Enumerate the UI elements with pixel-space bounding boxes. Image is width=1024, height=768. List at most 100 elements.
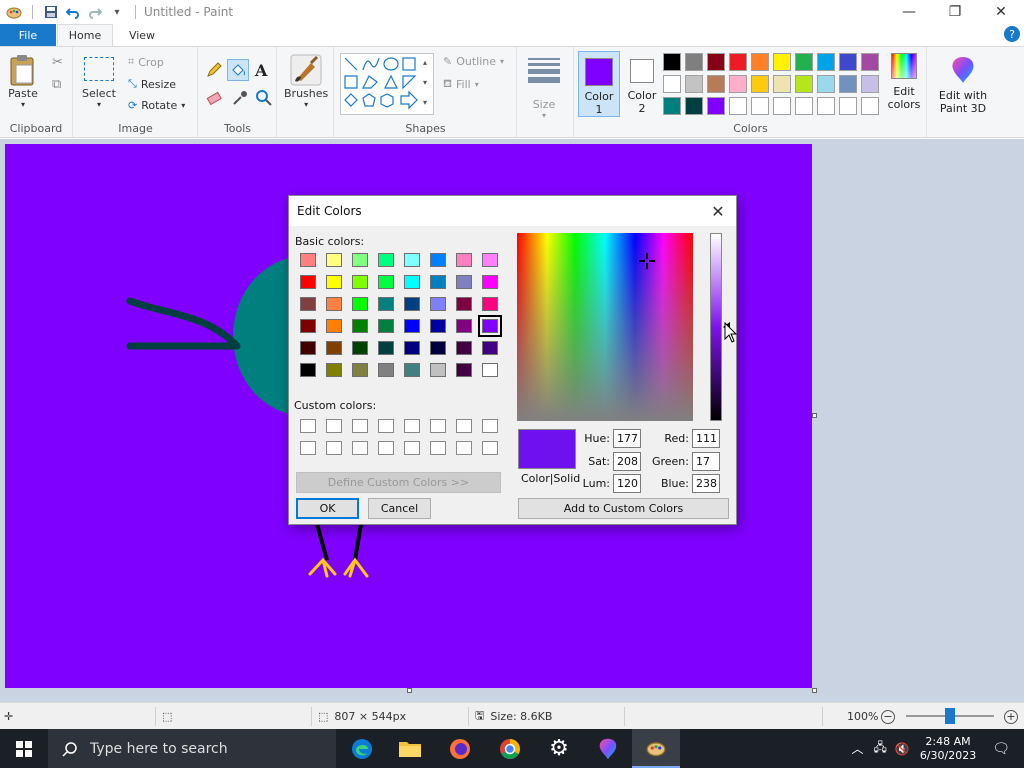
basic-color-swatch[interactable] (482, 363, 498, 377)
notifications-icon[interactable]: 🗨 (992, 741, 1010, 757)
red-field[interactable]: 111 (692, 429, 720, 448)
custom-color-swatch[interactable] (404, 441, 420, 455)
shapes-gallery[interactable] (340, 53, 434, 115)
palette-swatch[interactable] (773, 53, 791, 71)
show-hidden-icons-icon[interactable]: ︿ (851, 740, 863, 757)
basic-color-swatch[interactable] (430, 297, 446, 311)
custom-color-swatch[interactable] (326, 441, 342, 455)
tab-view[interactable]: View (114, 24, 170, 46)
paint-app-icon[interactable] (6, 4, 22, 20)
settings-taskbar-icon[interactable]: ⚙ (535, 729, 583, 768)
start-button[interactable] (0, 729, 48, 768)
palette-swatch[interactable] (817, 53, 835, 71)
palette-swatch[interactable] (795, 75, 813, 93)
brushes-button[interactable]: Brushes ▾ (284, 53, 328, 109)
basic-color-swatch[interactable] (352, 363, 368, 377)
maximize-button[interactable]: ❐ (932, 0, 978, 24)
custom-color-swatch[interactable] (404, 419, 420, 433)
custom-color-swatch[interactable] (300, 441, 316, 455)
basic-color-swatch[interactable] (300, 253, 316, 267)
lum-field[interactable]: 120 (613, 474, 641, 493)
palette-swatch[interactable] (861, 97, 879, 115)
clock[interactable]: 2:48 AM 6/30/2023 (920, 735, 976, 763)
color-spectrum[interactable] (517, 233, 693, 421)
basic-color-swatch[interactable] (456, 253, 472, 267)
resize-handle-bottom[interactable] (407, 688, 412, 693)
edge-taskbar-icon[interactable] (338, 729, 386, 768)
zoom-in-button[interactable]: + (1004, 703, 1018, 730)
basic-color-swatch[interactable] (352, 319, 368, 333)
tab-home[interactable]: Home (57, 24, 113, 46)
basic-color-swatch[interactable] (378, 275, 394, 289)
customize-quick-access-icon[interactable]: ▾ (109, 4, 125, 20)
palette-swatch[interactable] (685, 75, 703, 93)
palette-swatch[interactable] (663, 97, 681, 115)
custom-color-swatch[interactable] (352, 441, 368, 455)
basic-color-swatch[interactable] (482, 253, 498, 267)
color1-button[interactable]: Color 1 (578, 51, 620, 117)
custom-color-swatch[interactable] (326, 419, 342, 433)
eraser-icon[interactable] (205, 89, 223, 107)
basic-color-swatch[interactable] (378, 363, 394, 377)
custom-color-swatch[interactable] (378, 419, 394, 433)
paint3d-taskbar-icon[interactable] (584, 729, 632, 768)
custom-color-swatch[interactable] (430, 419, 446, 433)
palette-swatch[interactable] (751, 53, 769, 71)
palette-swatch[interactable] (817, 97, 835, 115)
basic-color-swatch[interactable] (404, 319, 420, 333)
help-icon[interactable]: ? (1004, 26, 1020, 42)
ok-button[interactable]: OK (296, 498, 359, 519)
resize-button[interactable]: ⤡ Resize (128, 77, 176, 91)
basic-color-swatch[interactable] (326, 275, 342, 289)
basic-color-swatch[interactable] (326, 363, 342, 377)
color2-button[interactable]: Color 2 (622, 51, 662, 117)
crop-button[interactable]: ⌗ Crop (128, 55, 164, 69)
custom-color-swatch[interactable] (482, 419, 498, 433)
custom-color-swatch[interactable] (430, 441, 446, 455)
paste-button[interactable]: Paste ▾ (8, 53, 38, 109)
outline-button[interactable]: ✎ Outline ▾ (443, 55, 504, 68)
hue-field[interactable]: 177 (613, 429, 641, 448)
file-explorer-taskbar-icon[interactable] (386, 729, 434, 768)
rotate-button[interactable]: ⟳ Rotate ▾ (128, 99, 185, 112)
basic-color-swatch[interactable] (478, 315, 502, 337)
copy-icon[interactable]: ⧉ (52, 77, 61, 92)
palette-swatch[interactable] (861, 53, 879, 71)
basic-color-swatch[interactable] (378, 253, 394, 267)
palette-swatch[interactable] (795, 53, 813, 71)
custom-color-swatch[interactable] (482, 441, 498, 455)
cancel-button[interactable]: Cancel (368, 498, 431, 519)
palette-swatch[interactable] (751, 75, 769, 93)
text-icon[interactable]: A (255, 61, 267, 80)
palette-swatch[interactable] (729, 97, 747, 115)
palette-swatch[interactable] (773, 75, 791, 93)
redo-icon[interactable] (87, 4, 103, 20)
basic-color-swatch[interactable] (326, 341, 342, 355)
dialog-close-icon[interactable]: ✕ (708, 201, 728, 221)
basic-color-swatch[interactable] (300, 319, 316, 333)
basic-color-swatch[interactable] (430, 253, 446, 267)
edit-with-paint3d-button[interactable]: Edit with Paint 3D (934, 55, 992, 115)
palette-swatch[interactable] (861, 75, 879, 93)
basic-color-swatch[interactable] (456, 319, 472, 333)
basic-color-swatch[interactable] (378, 297, 394, 311)
basic-color-swatch[interactable] (482, 341, 498, 355)
custom-color-swatch[interactable] (378, 441, 394, 455)
palette-swatch[interactable] (729, 53, 747, 71)
palette-swatch[interactable] (817, 75, 835, 93)
basic-color-swatch[interactable] (352, 253, 368, 267)
network-icon[interactable]: 🖧 (873, 738, 886, 759)
basic-color-swatch[interactable] (300, 275, 316, 289)
basic-color-swatch[interactable] (352, 297, 368, 311)
green-field[interactable]: 17 (692, 452, 720, 471)
paint-taskbar-icon[interactable] (632, 729, 680, 768)
tab-file[interactable]: File (0, 24, 56, 46)
palette-swatch[interactable] (663, 53, 681, 71)
add-to-custom-colors-button[interactable]: Add to Custom Colors (518, 498, 729, 519)
pencil-icon[interactable] (205, 61, 223, 79)
basic-color-swatch[interactable] (456, 275, 472, 289)
cut-icon[interactable]: ✂ (52, 55, 63, 70)
basic-color-swatch[interactable] (300, 341, 316, 355)
basic-color-swatch[interactable] (404, 275, 420, 289)
basic-color-swatch[interactable] (404, 253, 420, 267)
